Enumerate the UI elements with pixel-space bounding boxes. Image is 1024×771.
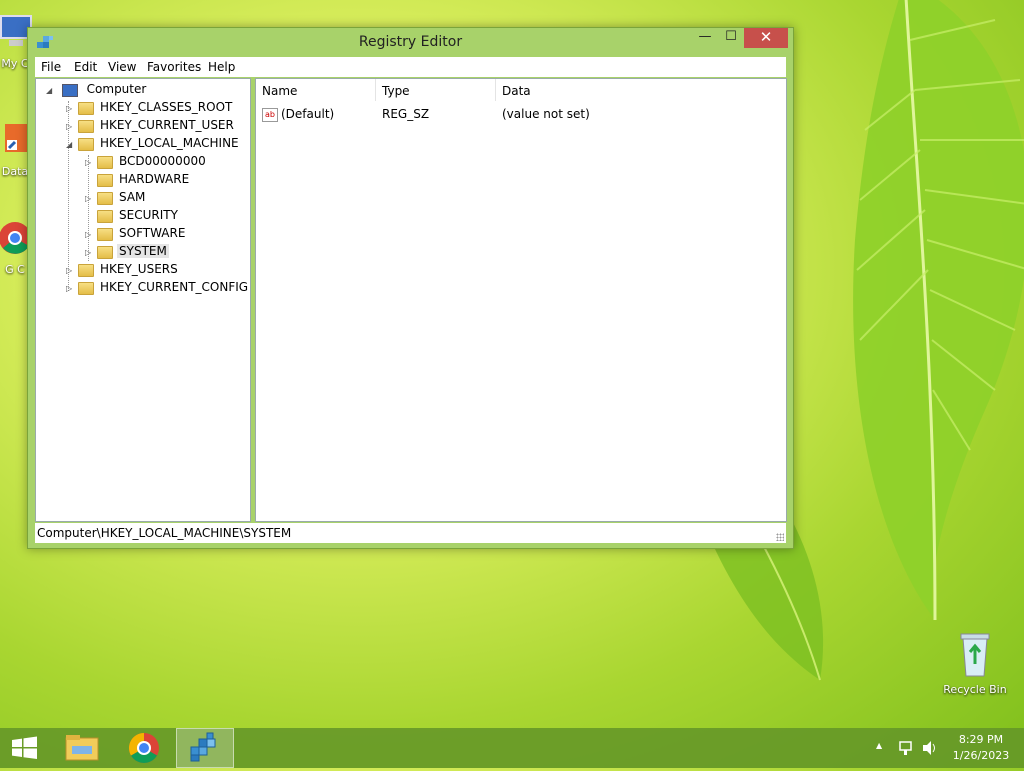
string-value-icon: ab [262, 107, 278, 122]
value-name-cell: ab (Default) [262, 105, 334, 123]
start-button[interactable] [8, 728, 42, 768]
tree-node-label: HKEY_CLASSES_ROOT [100, 100, 233, 114]
clock-time: 8:29 PM [958, 733, 1004, 746]
column-header-data[interactable]: Data [496, 79, 784, 101]
system-clock[interactable]: 8:29 PM 1/26/2023 [950, 732, 1012, 764]
network-icon[interactable] [898, 728, 914, 768]
status-bar: Computer\HKEY_LOCAL_MACHINE\SYSTEM [35, 523, 786, 543]
folder-icon [78, 281, 94, 295]
tree-node-security[interactable]: SECURITY [85, 206, 180, 224]
collapse-arrow-icon[interactable]: ◢ [46, 82, 56, 100]
collapse-arrow-icon[interactable]: ◢ [66, 136, 76, 154]
folder-icon [97, 245, 113, 259]
menu-favorites[interactable]: Favorites [147, 60, 201, 74]
tree-node-hkey-local-machine[interactable]: ◢ HKEY_LOCAL_MACHINE [66, 134, 241, 152]
chrome-icon [128, 733, 159, 764]
tree-node-label: HKEY_CURRENT_CONFIG [100, 280, 249, 294]
tree-node-software[interactable]: ▷ SOFTWARE [85, 224, 187, 242]
tree-node-label: HARDWARE [119, 172, 190, 186]
tree-node-system[interactable]: ▷ SYSTEM [85, 242, 169, 260]
folder-icon [97, 227, 113, 241]
tree-node-label: SECURITY [119, 208, 178, 222]
menu-bar: File Edit View Favorites Help [35, 57, 786, 77]
folder-icon [97, 191, 113, 205]
taskbar-chrome[interactable] [122, 728, 166, 768]
desktop-icon-label: Recycle Bin [943, 683, 1007, 696]
folder-icon [78, 263, 94, 277]
tree-node-computer[interactable]: ◢ Computer [46, 80, 148, 98]
menu-view[interactable]: View [108, 60, 136, 74]
folder-icon [97, 155, 113, 169]
title-bar[interactable]: Registry Editor — ☐ ✕ [28, 28, 793, 56]
tree-node-hkey-current-config[interactable]: ▷ HKEY_CURRENT_CONFIG [66, 278, 250, 296]
resize-grip-icon[interactable] [776, 533, 784, 541]
desktop-icon-label: My C [1, 57, 29, 70]
tree-node-label: BCD00000000 [119, 154, 206, 168]
volume-icon[interactable] [920, 728, 940, 768]
minimize-button[interactable]: — [692, 28, 718, 48]
tree-node-label: HKEY_USERS [100, 262, 178, 276]
registry-tree[interactable]: ◢ Computer ▷ HKEY_CLASSES_ROOT ▷ HKEY_CURR… [35, 78, 251, 522]
desktop-icon-label: G C [5, 263, 25, 276]
expand-arrow-icon[interactable]: ▷ [66, 280, 76, 298]
value-name: (Default) [281, 107, 335, 121]
tree-node-bcd00000000[interactable]: ▷ BCD00000000 [85, 152, 208, 170]
tree-node-label: SOFTWARE [119, 226, 186, 240]
tree-node-hardware[interactable]: HARDWARE [85, 170, 191, 188]
desktop-icon-label: Data [1, 165, 29, 178]
values-list[interactable]: Name Type Data ab (Default) REG_SZ (value… [255, 78, 787, 522]
file-explorer-icon [65, 735, 99, 761]
folder-icon [97, 173, 113, 187]
close-button[interactable]: ✕ [744, 28, 788, 48]
registry-editor-window: Registry Editor — ☐ ✕ File Edit View Fav… [27, 27, 794, 549]
tree-node-label: HKEY_LOCAL_MACHINE [100, 136, 239, 150]
taskbar-file-explorer[interactable] [60, 728, 104, 768]
value-type: REG_SZ [382, 107, 430, 121]
menu-edit[interactable]: Edit [74, 60, 97, 74]
registry-editor-icon [190, 732, 216, 762]
tree-node-label: HKEY_CURRENT_USER [100, 118, 234, 132]
status-path: Computer\HKEY_LOCAL_MACHINE\SYSTEM [37, 526, 292, 540]
clock-date: 1/26/2023 [952, 749, 1010, 762]
value-data: (value not set) [502, 107, 590, 121]
tree-node-hkey-classes-root[interactable]: ▷ HKEY_CLASSES_ROOT [66, 98, 234, 116]
taskbar-registry-editor[interactable] [176, 728, 234, 768]
window-title: Registry Editor [358, 34, 463, 50]
column-header-name[interactable]: Name [256, 79, 376, 101]
tree-node-label: SYSTEM [117, 244, 169, 258]
folder-icon [97, 209, 113, 223]
maximize-button[interactable]: ☐ [718, 28, 744, 48]
folder-icon [78, 119, 94, 133]
tree-node-label: Computer [86, 82, 147, 96]
tree-node-hkey-users[interactable]: ▷ HKEY_USERS [66, 260, 180, 278]
taskbar: ▲ 8:29 PM 1/26/2023 [0, 728, 1024, 768]
desktop-icon-recycle-bin[interactable]: Recycle Bin [940, 630, 1010, 696]
computer-icon [61, 83, 78, 97]
column-header-type[interactable]: Type [376, 79, 496, 101]
recycle-bin-icon [940, 630, 1010, 681]
start-icon [12, 736, 37, 759]
tree-node-hkey-current-user[interactable]: ▷ HKEY_CURRENT_USER [66, 116, 236, 134]
tree-node-sam[interactable]: ▷ SAM [85, 188, 147, 206]
folder-icon [78, 101, 94, 115]
folder-icon [78, 137, 94, 151]
up-arrow-icon: ▲ [876, 741, 883, 750]
menu-file[interactable]: File [41, 60, 61, 74]
menu-help[interactable]: Help [208, 60, 235, 74]
tree-node-label: SAM [119, 190, 146, 204]
